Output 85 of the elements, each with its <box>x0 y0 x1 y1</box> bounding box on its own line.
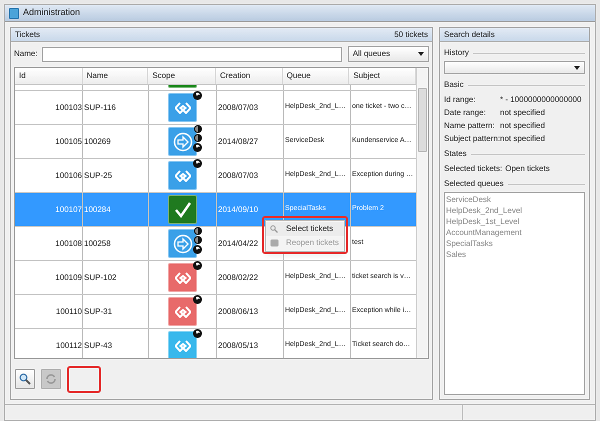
dropdown-value: All queues <box>352 48 390 60</box>
field-label: Name pattern: <box>444 120 496 132</box>
link-icon <box>174 272 190 284</box>
column-header[interactable]: Creation <box>216 68 283 84</box>
table-cell: 2008/05/13 <box>218 340 258 352</box>
table-cell: 2014/09/10 <box>218 204 258 216</box>
table-cell: 100258 <box>84 238 111 250</box>
table-cell: 100103 <box>55 102 82 114</box>
table-cell: 2008/06/13 <box>218 306 258 318</box>
menu-item[interactable]: Select tickets <box>266 222 344 236</box>
field-value: Open tickets <box>505 162 550 174</box>
history-dropdown[interactable] <box>444 61 585 74</box>
table-cell: 2008/02/22 <box>218 272 258 284</box>
globe-badge-icon <box>193 143 202 152</box>
table-cell: 100109 <box>55 272 82 284</box>
globe-badge-icon <box>193 245 202 254</box>
caret-icon <box>574 66 580 70</box>
table-cell: 2014/04/22 <box>218 238 258 250</box>
menu-label: Reopen tickets <box>286 237 339 249</box>
table-cell: 100106 <box>55 170 82 182</box>
field-value: not specified <box>500 120 545 132</box>
list-item: SpecialTasks <box>446 238 494 249</box>
link-icon <box>174 102 190 114</box>
globe-badge-icon <box>193 159 202 168</box>
field-value: not specified <box>500 132 545 144</box>
list-item: Sales <box>446 249 468 260</box>
table-cell: 100112 <box>56 340 82 352</box>
list-item: HelpDesk_1st_Level <box>446 216 520 227</box>
globe-badge-icon <box>193 295 202 304</box>
table-cell: 100269 <box>84 136 111 148</box>
field-label: Name: <box>14 48 38 60</box>
ticket-count: 50 tickets <box>394 28 428 40</box>
caret-icon <box>418 52 424 56</box>
table-cell: SUP-102 <box>84 272 116 284</box>
search-icon <box>19 372 31 384</box>
column-header[interactable]: Queue <box>282 68 350 84</box>
list-item: HelpDesk_2nd_Level <box>446 205 524 216</box>
refresh-icon <box>45 372 57 384</box>
column-header[interactable]: Id <box>15 68 83 84</box>
panel-title: Tickets <box>15 28 40 40</box>
table-cell: 2008/07/03 <box>218 170 258 182</box>
table-cell: 100105 <box>55 136 82 148</box>
column-header[interactable]: Name <box>82 68 148 84</box>
search-button[interactable] <box>15 368 35 388</box>
section-label: Selected queues <box>444 178 504 190</box>
table-cell: 100107 <box>55 204 82 216</box>
clipboard-icon <box>9 8 19 18</box>
column-header[interactable]: Scope <box>148 68 216 84</box>
table-cell: 2014/08/27 <box>218 136 258 148</box>
link-icon <box>174 170 190 182</box>
reopen-icon <box>270 239 279 247</box>
list-item: ServiceDesk <box>446 194 492 205</box>
globe-badge-icon <box>193 91 202 100</box>
link-icon <box>174 306 190 318</box>
table-cell: 2008/07/03 <box>218 102 258 114</box>
window-title: Administration <box>23 6 80 20</box>
table-cell: SUP-31 <box>84 306 112 318</box>
section-label: States <box>444 148 467 160</box>
field-value: not specified <box>500 106 545 118</box>
queue-dropdown[interactable]: All queues <box>348 46 429 62</box>
table-cell: SUP-43 <box>84 340 112 352</box>
panel-title: Search details <box>440 28 589 42</box>
table-cell: SUP-116 <box>84 102 116 114</box>
check-icon <box>174 202 192 218</box>
name-field[interactable] <box>42 46 342 62</box>
table-cell: 100108 <box>55 238 82 250</box>
table-cell: 100284 <box>84 204 111 216</box>
field-value: * - 1000000000000000 <box>500 94 582 106</box>
table-cell: 100110 <box>56 306 82 318</box>
field-label: Id range: <box>444 94 477 106</box>
field-label: Subject pattern: <box>444 132 500 144</box>
arrow-circle-icon <box>172 234 192 254</box>
highlight-frame <box>67 366 101 393</box>
section-label: Basic <box>444 79 464 91</box>
field-label: Selected tickets: <box>444 162 502 174</box>
list-item: AccountManagement <box>446 227 523 238</box>
globe-badge-icon <box>193 261 202 270</box>
field-label: Date range: <box>444 106 487 118</box>
search-icon <box>270 225 278 233</box>
link-icon <box>174 340 190 352</box>
section-label: History <box>444 47 469 59</box>
table-cell: SUP-25 <box>84 170 112 182</box>
globe-badge-icon <box>193 329 202 338</box>
arrow-circle-icon <box>172 132 192 152</box>
scrollbar[interactable] <box>416 68 428 358</box>
